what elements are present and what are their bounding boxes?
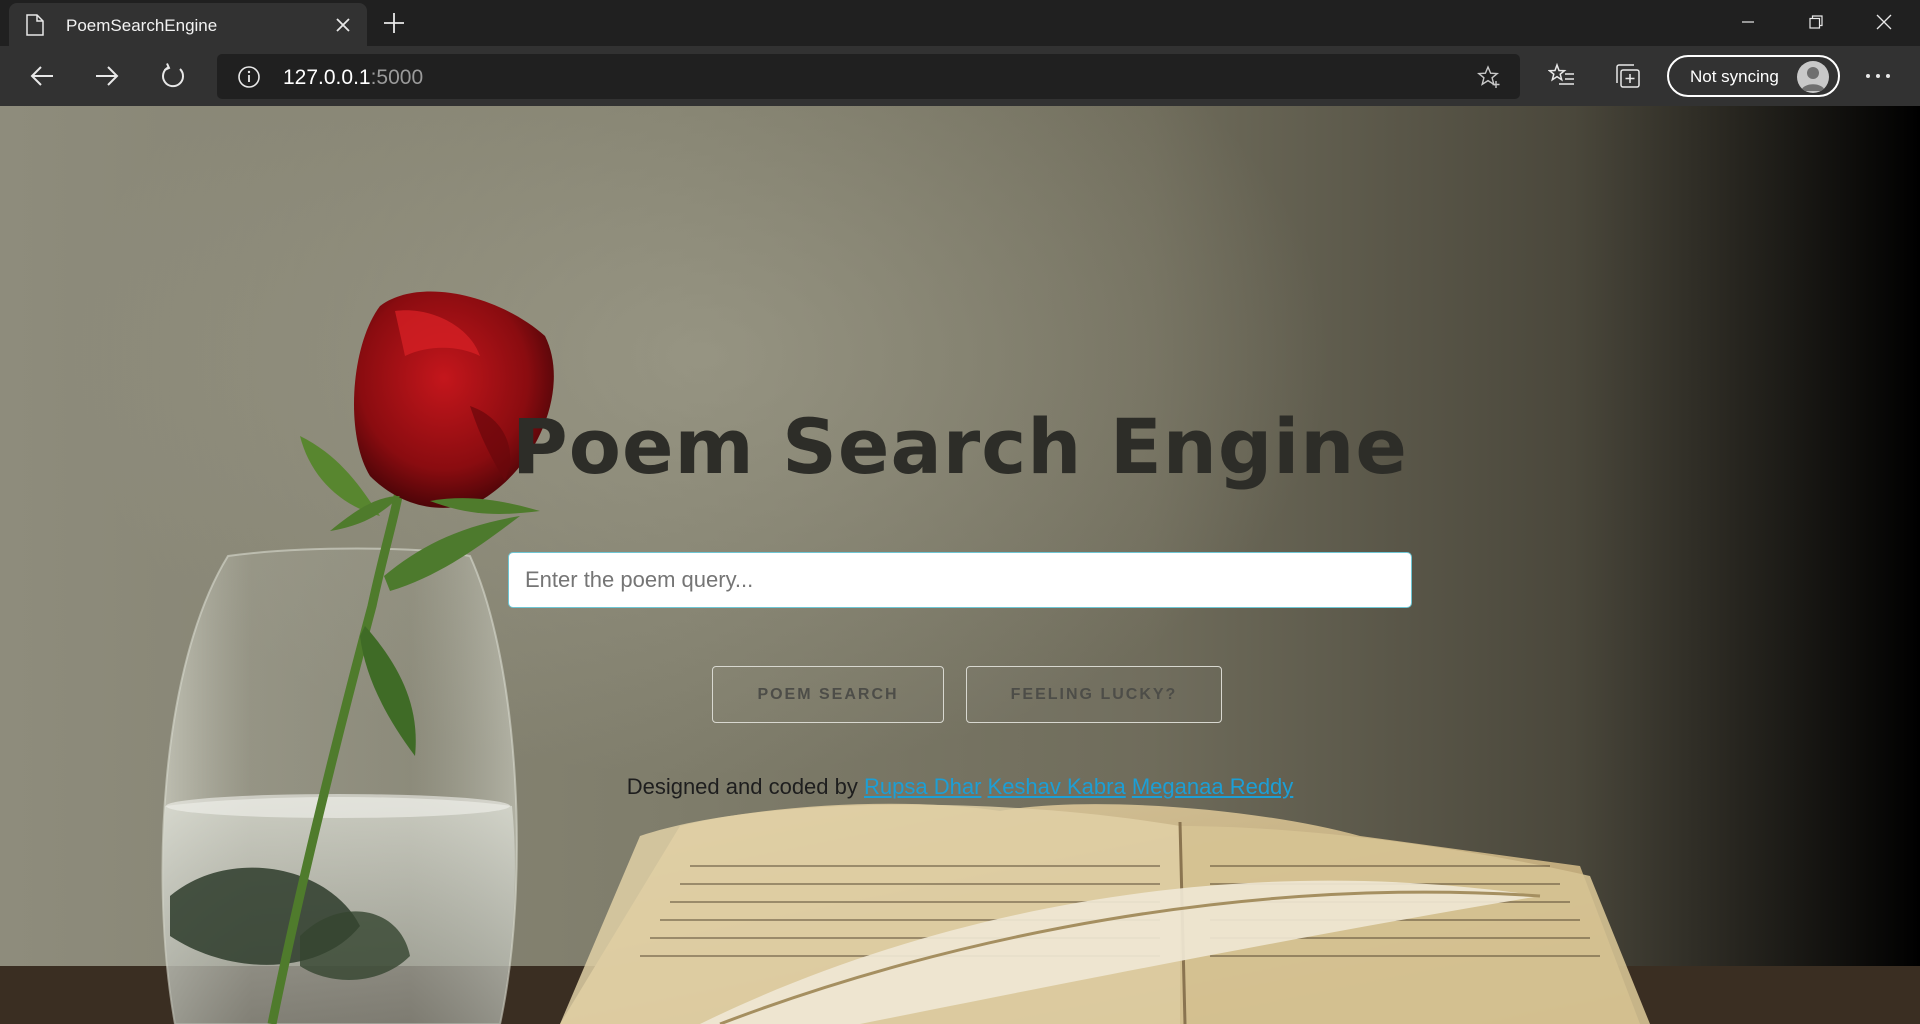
more-button[interactable]: [1862, 60, 1894, 92]
sync-button[interactable]: Not syncing: [1667, 55, 1840, 97]
minimize-button[interactable]: [1714, 0, 1782, 44]
forward-arrow-icon: [96, 66, 119, 86]
page-viewport: Poem Search Engine POEM SEARCH FEELING L…: [0, 106, 1920, 1024]
back-arrow-icon: [30, 66, 53, 86]
page-icon: [26, 14, 44, 36]
favorites-icon: [1548, 62, 1574, 85]
collections-button[interactable]: [1612, 60, 1644, 92]
credits-prefix: Designed and coded by: [626, 774, 858, 799]
page-title: Poem Search Engine: [512, 402, 1408, 491]
address-bar[interactable]: 127.0.0.1:5000: [217, 54, 1520, 99]
sync-label: Not syncing: [1690, 67, 1779, 86]
plus-icon[interactable]: [381, 10, 407, 36]
close-icon[interactable]: [333, 15, 353, 35]
favorites-button[interactable]: [1546, 60, 1578, 92]
star-add-icon[interactable]: [1477, 65, 1501, 89]
url-host: 127.0.0.1: [283, 66, 371, 89]
more-icon: [1866, 74, 1890, 78]
url-port: :5000: [370, 66, 424, 89]
refresh-button[interactable]: [154, 57, 192, 95]
restore-icon: [1809, 15, 1823, 29]
close-window-icon: [1876, 14, 1892, 30]
author-link-rupsa[interactable]: Rupsa Dhar: [864, 774, 981, 799]
browser-toolbar: 127.0.0.1:5000 Not syncing: [0, 46, 1920, 106]
collections-icon: [1616, 64, 1640, 88]
minimize-icon: [1742, 21, 1754, 23]
forward-button[interactable]: [88, 57, 126, 95]
restore-button[interactable]: [1782, 0, 1850, 44]
search-input[interactable]: [508, 552, 1412, 608]
author-link-keshav[interactable]: Keshav Kabra: [988, 774, 1126, 799]
author-link-meganaa[interactable]: Meganaa Reddy: [1132, 774, 1293, 799]
profile-avatar-icon: [1797, 61, 1829, 93]
back-button[interactable]: [23, 57, 61, 95]
title-bar: PoemSearchEngine: [0, 0, 1920, 46]
feeling-lucky-button[interactable]: FEELING LUCKY?: [966, 666, 1222, 723]
info-icon[interactable]: [237, 65, 261, 89]
poem-search-button[interactable]: POEM SEARCH: [712, 666, 944, 723]
close-window-button[interactable]: [1850, 0, 1918, 44]
refresh-icon: [162, 63, 185, 88]
credits: Designed and coded by Rupsa Dhar Keshav …: [0, 774, 1920, 800]
browser-tab[interactable]: PoemSearchEngine: [9, 3, 367, 46]
url-text[interactable]: 127.0.0.1:5000: [283, 66, 423, 90]
tab-title: PoemSearchEngine: [66, 16, 218, 35]
